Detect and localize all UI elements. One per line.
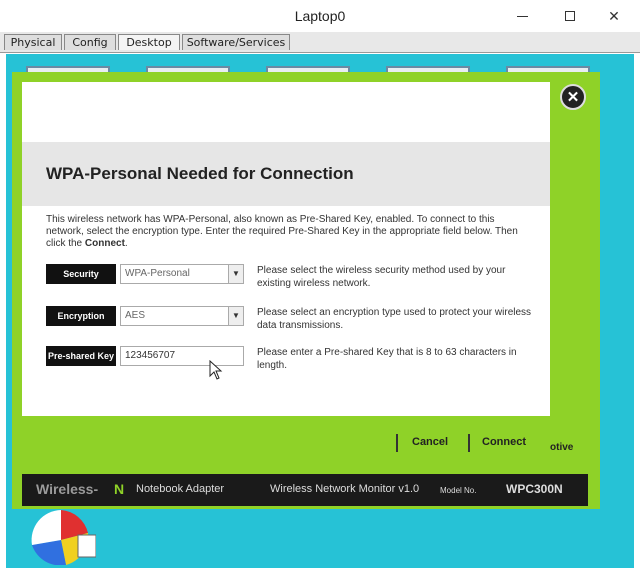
tab-config[interactable]: Config (64, 34, 116, 50)
psk-help: Please enter a Pre-shared Key that is 8 … (257, 347, 517, 371)
security-value: WPA-Personal (125, 268, 190, 279)
dialog-heading: WPA-Personal Needed for Connection (46, 164, 354, 183)
product-name: Notebook Adapter (136, 483, 225, 495)
chevron-down-icon[interactable]: ▼ (228, 265, 243, 283)
maximize-button[interactable] (556, 6, 584, 26)
tab-software-services[interactable]: Software/Services (182, 34, 290, 50)
encryption-help: Please select an encryption type used to… (257, 307, 532, 331)
dialog-top-area (22, 82, 550, 142)
maximize-icon (565, 11, 575, 21)
tab-bar: Physical Config Desktop Software/Service… (0, 32, 640, 53)
window-close-icon: ✕ (608, 7, 620, 24)
tab-physical[interactable]: Physical (4, 34, 62, 50)
model-number: WPC300N (506, 482, 563, 496)
tab-desktop[interactable]: Desktop (118, 34, 180, 50)
encryption-select[interactable]: AES ▼ (120, 306, 244, 326)
security-select[interactable]: WPA-Personal ▼ (120, 264, 244, 284)
dialog-footer: Wireless- N Notebook Adapter Wireless Ne… (22, 474, 588, 506)
separator (468, 434, 470, 452)
dialog-header: WPA-Personal Needed for Connection (22, 142, 550, 206)
dialog-content: This wireless network has WPA-Personal, … (22, 206, 550, 416)
model-label: Model No. (440, 486, 477, 495)
psk-label: Pre-shared Key (46, 346, 116, 366)
minimize-icon (516, 15, 528, 17)
monitor-name: Wireless Network Monitor v1.0 (270, 483, 420, 495)
mouse-pointer-icon (209, 360, 223, 380)
cancel-button[interactable]: Cancel (412, 436, 448, 448)
separator (396, 434, 398, 452)
brand-n: N (114, 481, 125, 497)
window-title: Laptop0 (294, 8, 346, 24)
background-partial-text: otive (550, 442, 574, 453)
encryption-label: Encryption (46, 306, 116, 326)
security-label: Security (46, 264, 116, 284)
close-icon[interactable]: ✕ (560, 84, 586, 110)
dialog-description: This wireless network has WPA-Personal, … (46, 214, 526, 250)
window-close-button[interactable]: ✕ (600, 6, 628, 26)
window-title-bar: Laptop0 ✕ (0, 0, 640, 32)
brand-wireless: Wireless- (36, 481, 99, 497)
minimize-button[interactable] (508, 6, 536, 26)
psk-input[interactable]: 123456707 (120, 346, 244, 366)
dialog-action-bar: Cancel Connect otive (22, 416, 588, 474)
description-end: . (124, 238, 128, 249)
security-help: Please select the wireless security meth… (257, 265, 506, 289)
chevron-down-icon[interactable]: ▼ (228, 307, 243, 325)
connect-button[interactable]: Connect (482, 436, 526, 448)
encryption-value: AES (125, 310, 146, 321)
description-bold: Connect (84, 238, 125, 249)
pie-chart-icon[interactable] (26, 505, 96, 565)
psk-value: 123456707 (125, 350, 176, 361)
